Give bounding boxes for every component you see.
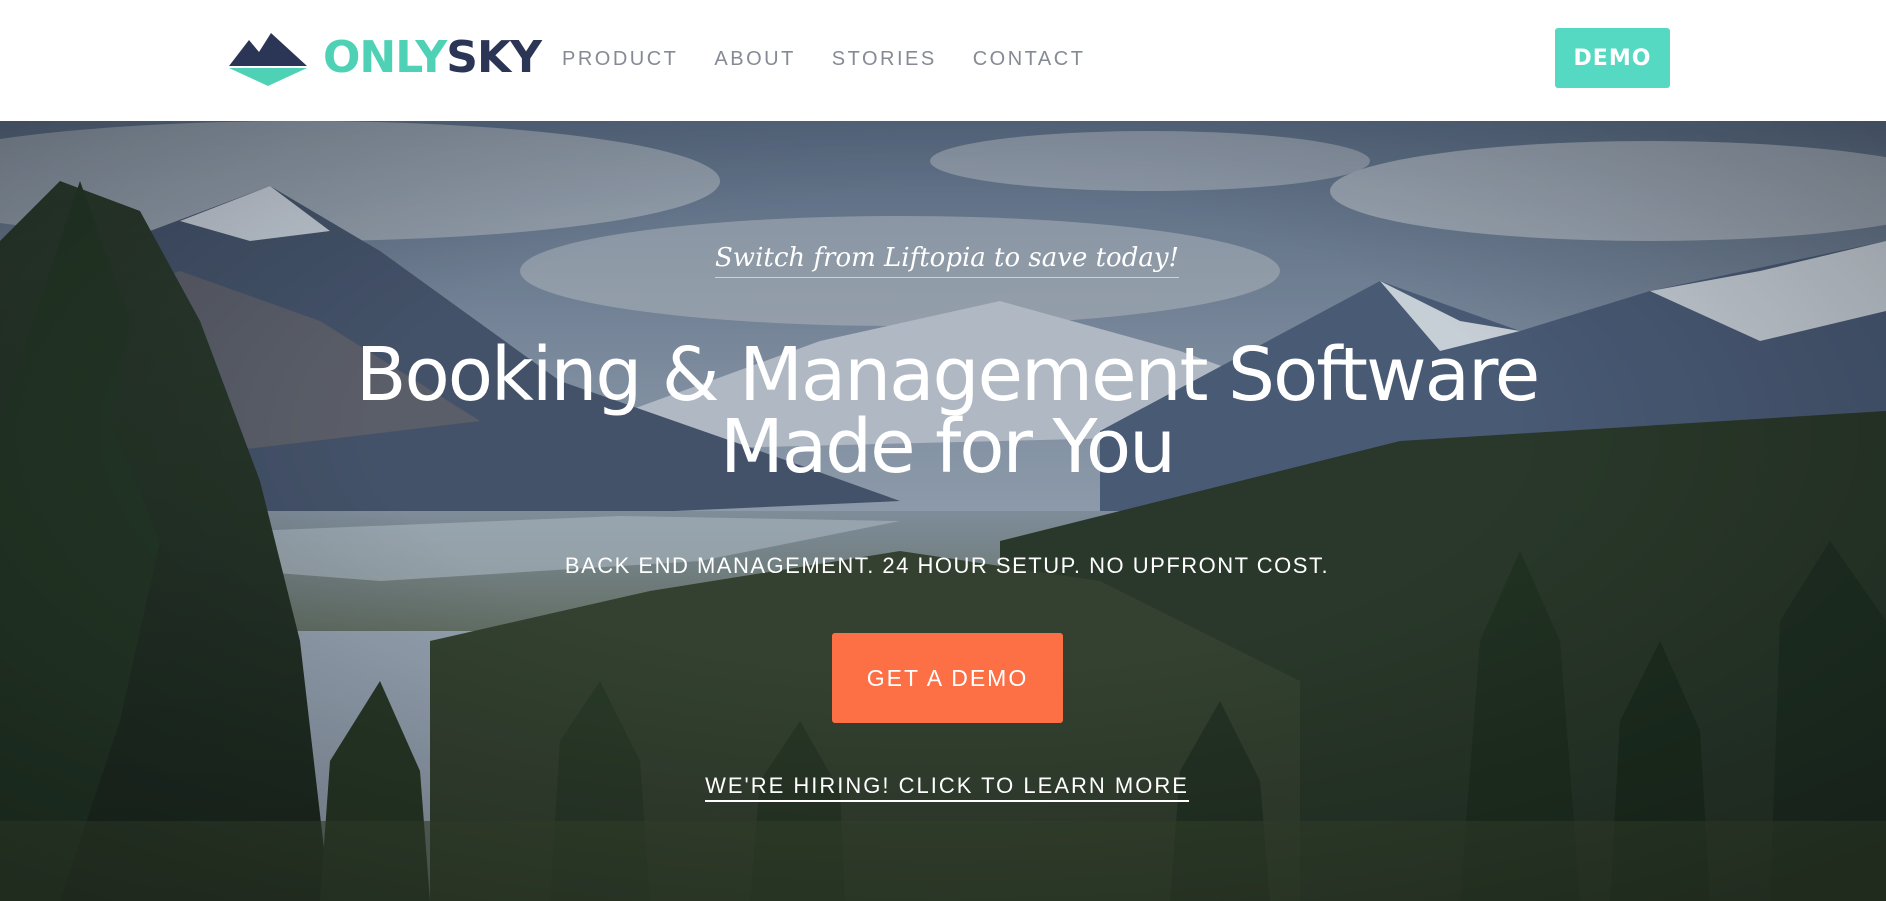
- site-logo[interactable]: ONLYSKY: [229, 30, 542, 86]
- demo-button[interactable]: DEMO: [1555, 28, 1670, 88]
- hero-section: Switch from Liftopia to save today! Book…: [0, 121, 1886, 901]
- mountain-logo-icon: [229, 33, 307, 86]
- brand-name: ONLYSKY: [323, 30, 542, 86]
- hero-headline: Booking & Management Software Made for Y…: [0, 332, 1886, 490]
- nav-item-contact[interactable]: CONTACT: [973, 44, 1086, 74]
- site-header: ONLYSKY PRODUCT ABOUT STORIES CONTACT DE…: [0, 0, 1886, 121]
- hiring-banner: WE'RE HIRING! CLICK TO LEARN MORE: [0, 773, 1886, 802]
- nav-item-product[interactable]: PRODUCT: [562, 44, 678, 74]
- nav-item-stories[interactable]: STORIES: [832, 44, 937, 74]
- hiring-link[interactable]: WE'RE HIRING! CLICK TO LEARN MORE: [705, 773, 1189, 802]
- headline-line-1: Booking & Management Software: [355, 332, 1541, 418]
- brand-name-sky: SKY: [446, 32, 542, 83]
- hero-subhead: BACK END MANAGEMENT. 24 HOUR SETUP. NO U…: [564, 553, 1330, 578]
- tagline-link[interactable]: Switch from Liftopia to save today!: [715, 243, 1179, 278]
- headline-line-2: Made for You: [719, 404, 1176, 490]
- main-nav: PRODUCT ABOUT STORIES CONTACT: [562, 44, 1121, 74]
- get-a-demo-button[interactable]: GET A DEMO: [832, 633, 1063, 723]
- nav-item-about[interactable]: ABOUT: [714, 44, 795, 74]
- hero-tagline: Switch from Liftopia to save today!: [0, 243, 1886, 278]
- brand-name-only: ONLY: [323, 32, 447, 83]
